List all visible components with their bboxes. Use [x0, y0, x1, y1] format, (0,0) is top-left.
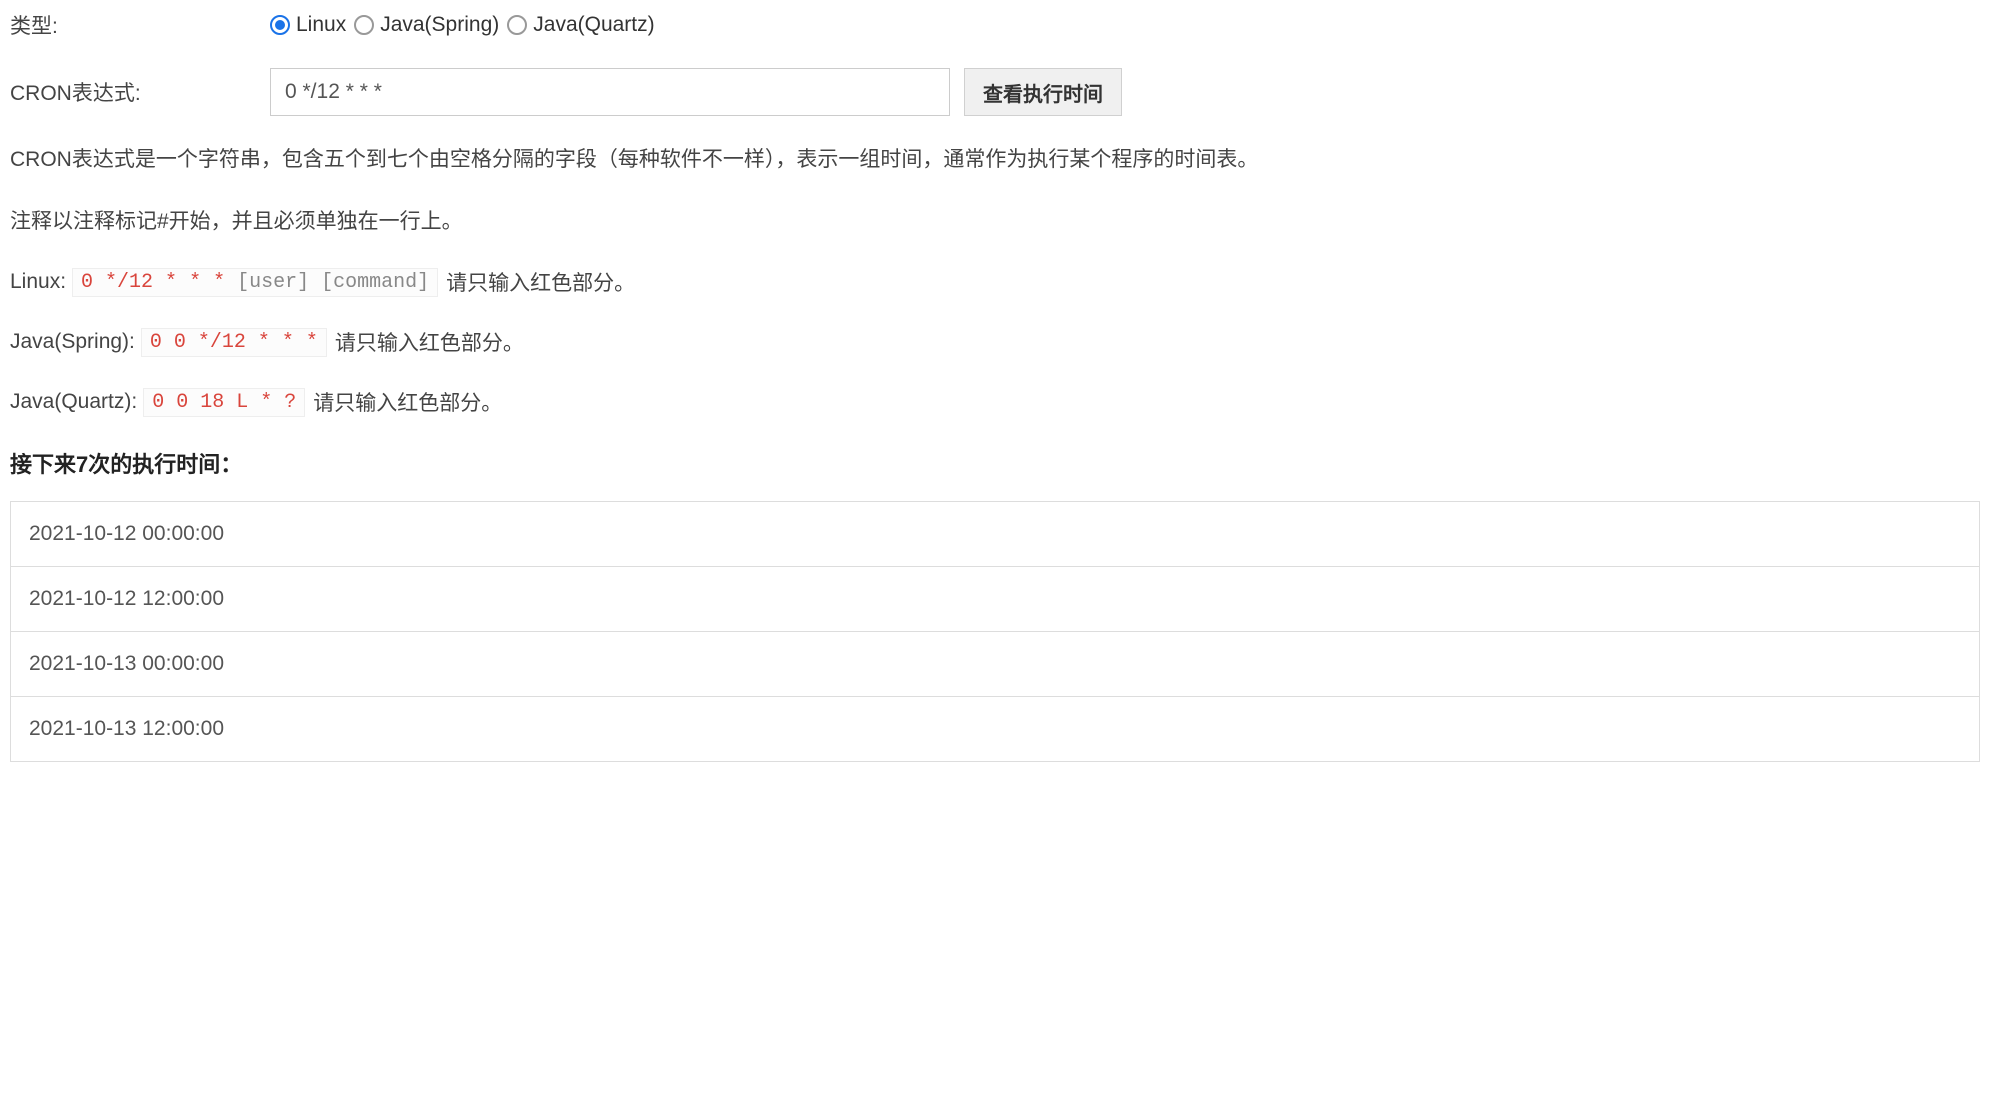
check-execution-button[interactable]: 查看执行时间	[964, 68, 1122, 116]
example-code-red: 0 */12 * * *	[81, 271, 225, 294]
example-line: Linux:0 */12 * * * [user] [command]请只输入红…	[10, 267, 1980, 297]
example-hint: 请只输入红色部分。	[313, 387, 502, 417]
radio-label: Java(Quartz)	[533, 13, 654, 37]
example-code: 0 0 18 L * ?	[143, 388, 305, 417]
example-label: Java(Spring):	[10, 330, 135, 354]
radio-icon	[507, 15, 527, 35]
table-row: 2021-10-13 12:00:00	[11, 697, 1980, 762]
description-para-2: 注释以注释标记#开始，并且必须单独在一行上。	[10, 206, 1980, 238]
radio-label: Java(Spring)	[380, 13, 499, 37]
example-code: 0 */12 * * * [user] [command]	[72, 268, 438, 297]
execution-time-cell: 2021-10-13 12:00:00	[11, 697, 1980, 762]
example-code: 0 0 */12 * * *	[141, 328, 327, 357]
table-row: 2021-10-12 00:00:00	[11, 502, 1980, 567]
execution-time-cell: 2021-10-13 00:00:00	[11, 632, 1980, 697]
example-label: Linux:	[10, 270, 66, 294]
results-title: 接下来7次的执行时间：	[10, 447, 1980, 479]
example-hint: 请只输入红色部分。	[335, 327, 524, 357]
example-code-gray: [user] [command]	[225, 271, 429, 294]
table-row: 2021-10-12 12:00:00	[11, 567, 1980, 632]
cron-input[interactable]	[270, 68, 950, 116]
table-row: 2021-10-13 00:00:00	[11, 632, 1980, 697]
radio-label: Linux	[296, 13, 346, 37]
description-para-1: CRON表达式是一个字符串，包含五个到七个由空格分隔的字段（每种软件不一样），表…	[10, 144, 1980, 176]
type-radio-group: Linux Java(Spring) Java(Quartz)	[270, 13, 663, 37]
example-line: Java(Spring): 0 0 */12 * * * 请只输入红色部分。	[10, 327, 1980, 357]
radio-option-javaquartz[interactable]: Java(Quartz)	[507, 13, 654, 37]
type-label: 类型:	[10, 10, 270, 40]
example-line: Java(Quartz): 0 0 18 L * ? 请只输入红色部分。	[10, 387, 1980, 417]
execution-times-table: 2021-10-12 00:00:002021-10-12 12:00:0020…	[10, 501, 1980, 762]
cron-label: CRON表达式:	[10, 77, 270, 107]
radio-icon	[354, 15, 374, 35]
example-label: Java(Quartz):	[10, 390, 137, 414]
example-code-red: 0 0 18 L * ?	[152, 391, 296, 414]
radio-option-linux[interactable]: Linux	[270, 13, 346, 37]
radio-icon	[270, 15, 290, 35]
execution-time-cell: 2021-10-12 00:00:00	[11, 502, 1980, 567]
execution-time-cell: 2021-10-12 12:00:00	[11, 567, 1980, 632]
example-hint: 请只输入红色部分。	[446, 267, 635, 297]
example-code-red: 0 0 */12 * * *	[150, 331, 318, 354]
radio-option-javaspring[interactable]: Java(Spring)	[354, 13, 499, 37]
